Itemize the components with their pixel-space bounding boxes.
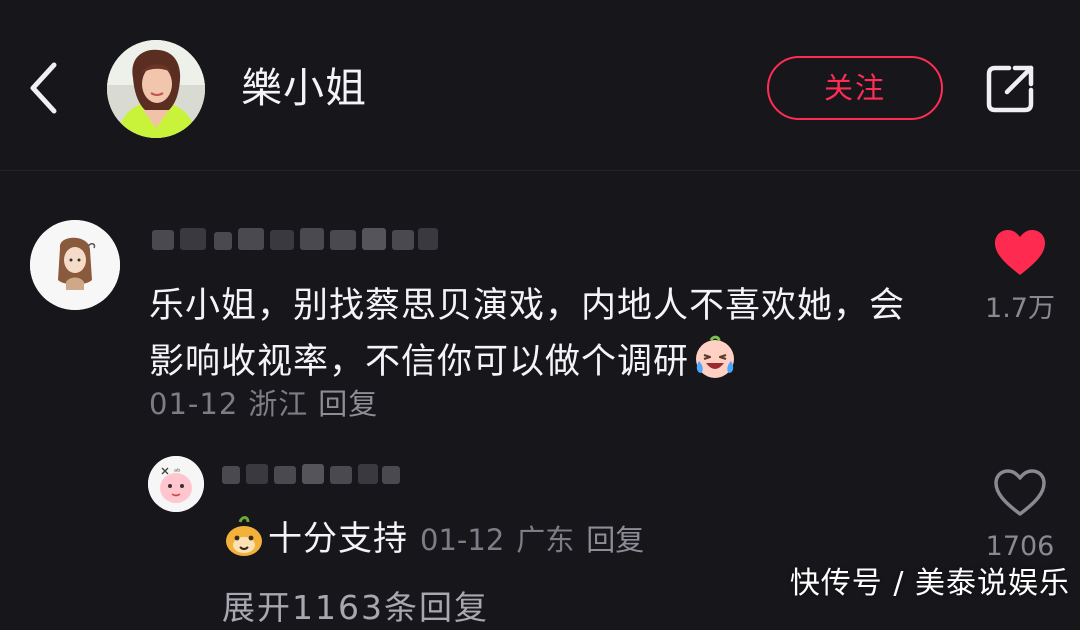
comment-reply-button[interactable]: 回复	[318, 387, 378, 421]
reply-reply-button[interactable]: 回复	[586, 523, 644, 557]
comment-text: 乐小姐，别找蔡思贝演戏，内地人不喜欢她，会影响收视率，不信你可以做个调研	[149, 280, 939, 389]
comment-body: 乐小姐，别找蔡思贝演戏，内地人不喜欢她，会影响收视率，不信你可以做个调研	[149, 286, 906, 382]
heart-outline-icon[interactable]	[992, 468, 1048, 518]
replier-name-blurred[interactable]	[220, 460, 402, 488]
commenter-name-blurred[interactable]	[150, 224, 442, 254]
share-external-icon[interactable]	[983, 62, 1037, 116]
comment-like-count: 1.7万	[985, 293, 1055, 324]
svg-text:ᵃᵇ: ᵃᵇ	[174, 467, 181, 476]
sticker-emoji-icon	[222, 514, 266, 558]
commenter-avatar[interactable]	[30, 220, 120, 310]
watermark: 快传号 / 美泰说娱乐	[789, 566, 1070, 601]
expand-replies-button[interactable]: 展开1163条回复	[222, 586, 489, 630]
top-bar: 樂小姐 关注	[0, 0, 1080, 170]
header-divider	[0, 170, 1080, 171]
follow-button[interactable]: 关注	[767, 56, 943, 120]
comment-location: 浙江	[248, 387, 309, 421]
chevron-left-icon[interactable]	[22, 57, 70, 119]
reply-date: 01-12	[420, 523, 505, 557]
heart-filled-icon[interactable]	[993, 228, 1047, 278]
reply-like-count: 1706	[985, 531, 1055, 562]
reply-location: 广东	[516, 523, 575, 557]
page-title: 樂小姐	[241, 64, 367, 112]
reply-row: 十分支持 01-12 广东 回复	[222, 514, 644, 564]
avatar[interactable]	[107, 40, 205, 138]
reply-text: 十分支持	[268, 519, 408, 559]
comment-meta: 01-12 浙江 回复	[149, 384, 378, 424]
comment-date: 01-12	[149, 387, 239, 421]
laugh-cry-emoji-icon	[691, 333, 739, 381]
replier-avatar[interactable]: ᵃᵇ	[148, 456, 204, 512]
